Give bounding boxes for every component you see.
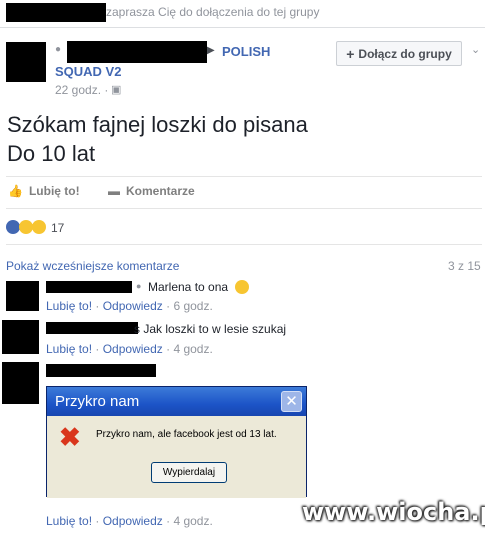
comment-icon: ▬ — [108, 184, 120, 198]
redacted-commenter-name[interactable] — [46, 281, 132, 293]
join-group-label: Dołącz do grupy — [358, 46, 452, 61]
dialog-message: Przykro nam, ale facebook jest od 13 lat… — [96, 429, 277, 440]
chevron-down-icon[interactable]: ⌄ — [471, 43, 480, 56]
comment-avatar[interactable] — [2, 320, 39, 354]
group-name-2[interactable]: SQUAD V2 — [55, 64, 121, 79]
privacy-icon: ▣ — [111, 84, 122, 96]
redacted-commenter-name[interactable] — [46, 364, 156, 377]
divider — [6, 244, 482, 245]
redacted-commenter-name[interactable] — [46, 322, 138, 334]
error-x-icon: ✖ — [59, 422, 81, 452]
avatar[interactable] — [6, 42, 46, 82]
watermark: www.wiocha.pl — [302, 498, 485, 526]
like-reaction-icon[interactable] — [6, 220, 20, 234]
comment-label: Komentarze — [126, 184, 195, 198]
comment-text: Marlena to ona — [148, 280, 229, 294]
laughing-emoji-icon — [235, 280, 249, 294]
comment-like-link[interactable]: Lubię to! — [46, 342, 92, 356]
reactions-count[interactable]: 17 — [51, 221, 64, 235]
comment-meta: Lubię to! · Odpowiedz · 4 godz. — [46, 514, 213, 528]
comment-button[interactable]: ▬ Komentarze — [108, 184, 195, 198]
dialog-body: ✖ Przykro nam, ale facebook jest od 13 l… — [47, 416, 306, 498]
arrow-right-icon: ▶ — [207, 45, 215, 56]
comment-reply-link[interactable]: Odpowiedz — [103, 342, 163, 356]
comment-image-dialog: Przykro nam ✕ ✖ Przykro nam, ale faceboo… — [46, 386, 307, 498]
plus-icon: + — [346, 45, 355, 62]
dialog-title: Przykro nam — [47, 387, 306, 416]
haha-reaction-icon[interactable] — [19, 220, 33, 234]
header-divider — [0, 27, 485, 28]
comment-time[interactable]: 4 godz. — [173, 342, 212, 356]
show-earlier-comments-link[interactable]: Pokaż wcześniejsze komentarze — [6, 259, 179, 273]
close-icon: ✕ — [281, 391, 302, 412]
group-name[interactable]: POLISH — [222, 44, 270, 59]
comment-time[interactable]: 6 godz. — [173, 299, 212, 313]
comment-reply-link[interactable]: Odpowiedz — [103, 514, 163, 528]
post-text-line-2: Do 10 lat — [7, 141, 96, 166]
post-time[interactable]: 22 godz. · — [55, 83, 108, 97]
comment-text: s Jak loszki to w lesie szukaj — [134, 322, 287, 336]
comment-like-link[interactable]: Lubię to! — [46, 514, 92, 528]
like-button[interactable]: 👍 Lubię to! — [8, 184, 80, 198]
comments-pager: 3 z 15 — [448, 259, 481, 273]
join-group-button[interactable]: + Dołącz do grupy — [336, 41, 462, 66]
like-label: Lubię to! — [28, 184, 80, 198]
dialog-ok-button: Wypierdalaj — [151, 462, 227, 483]
divider — [6, 176, 482, 177]
comment-avatar[interactable] — [2, 362, 39, 404]
divider — [6, 208, 482, 209]
comment-meta: Lubię to! · Odpowiedz · 4 godz. — [46, 342, 213, 356]
member-icon: ● — [55, 44, 62, 55]
redacted-author-name[interactable] — [67, 41, 207, 63]
redacted-user-name — [6, 3, 106, 22]
thumbs-up-icon: 👍 — [8, 184, 23, 198]
comment-meta: Lubię to! · Odpowiedz · 6 godz. — [46, 299, 213, 313]
comment-avatar[interactable] — [6, 281, 39, 311]
comment-reply-link[interactable]: Odpowiedz — [103, 299, 163, 313]
comment-like-link[interactable]: Lubię to! — [46, 299, 92, 313]
comment-time[interactable]: 4 godz. — [173, 514, 212, 528]
invite-text: zaprasza Cię do dołączenia do tej grupy — [106, 5, 320, 19]
post-text-line-1: Szókam fajnej loszki do pisana — [7, 112, 308, 137]
sad-reaction-icon[interactable] — [32, 220, 46, 234]
member-icon: ● — [136, 281, 142, 291]
